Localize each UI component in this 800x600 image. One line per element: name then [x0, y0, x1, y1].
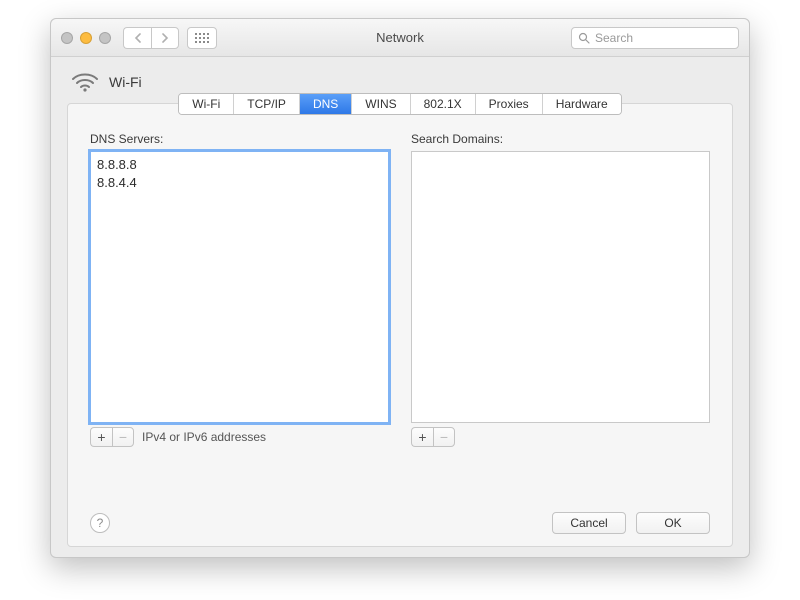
chevron-left-icon — [134, 33, 142, 43]
tab-802-1x[interactable]: 802.1X — [411, 94, 476, 114]
titlebar: Network Search — [51, 19, 749, 57]
network-preferences-window: Network Search Wi-Fi Wi-FiTCP/IPDNSWINS8… — [50, 18, 750, 558]
dns-list-actions: + − IPv4 or IPv6 addresses — [90, 427, 389, 447]
minimize-window-icon[interactable] — [80, 32, 92, 44]
search-icon — [578, 32, 590, 44]
search-input[interactable]: Search — [571, 27, 739, 49]
dns-servers-column: DNS Servers: 8.8.8.88.8.4.4 + − IPv4 or … — [90, 132, 389, 447]
help-button[interactable]: ? — [90, 513, 110, 533]
domain-remove-button[interactable]: − — [433, 427, 455, 447]
domain-list-actions: + − — [411, 427, 710, 447]
tab-wi-fi[interactable]: Wi-Fi — [179, 94, 234, 114]
ok-button[interactable]: OK — [636, 512, 710, 534]
dns-remove-button[interactable]: − — [112, 427, 134, 447]
dns-columns: DNS Servers: 8.8.8.88.8.4.4 + − IPv4 or … — [68, 126, 732, 447]
tab-dns[interactable]: DNS — [300, 94, 352, 114]
show-all-button[interactable] — [187, 27, 217, 49]
dns-server-item[interactable]: 8.8.4.4 — [97, 174, 382, 192]
interface-label: Wi-Fi — [109, 74, 142, 90]
tab-proxies[interactable]: Proxies — [476, 94, 543, 114]
dns-server-item[interactable]: 8.8.8.8 — [97, 156, 382, 174]
tab-tcp-ip[interactable]: TCP/IP — [234, 94, 300, 114]
dns-servers-listbox[interactable]: 8.8.8.88.8.4.4 — [90, 151, 389, 423]
cancel-button[interactable]: Cancel — [552, 512, 626, 534]
tab-hardware[interactable]: Hardware — [543, 94, 621, 114]
search-domains-listbox[interactable] — [411, 151, 710, 423]
tab-segmented-control: Wi-FiTCP/IPDNSWINS802.1XProxiesHardware — [178, 93, 621, 115]
tab-wins[interactable]: WINS — [352, 94, 410, 114]
chevron-right-icon — [161, 33, 169, 43]
search-placeholder: Search — [595, 31, 633, 45]
dns-hint-label: IPv4 or IPv6 addresses — [142, 430, 266, 444]
panel-footer: ? Cancel OK — [68, 512, 732, 534]
nav-back-forward — [123, 27, 179, 49]
close-window-icon[interactable] — [61, 32, 73, 44]
forward-button[interactable] — [151, 27, 179, 49]
window-controls — [61, 32, 111, 44]
dns-add-button[interactable]: + — [90, 427, 112, 447]
back-button[interactable] — [123, 27, 151, 49]
domain-add-button[interactable]: + — [411, 427, 433, 447]
search-domains-column: Search Domains: + − — [411, 132, 710, 447]
dns-servers-label: DNS Servers: — [90, 132, 389, 146]
settings-panel: Wi-FiTCP/IPDNSWINS802.1XProxiesHardware … — [67, 103, 733, 547]
search-domains-label: Search Domains: — [411, 132, 710, 146]
grid-icon — [195, 33, 209, 43]
wifi-icon — [71, 71, 99, 93]
zoom-window-icon[interactable] — [99, 32, 111, 44]
tab-bar: Wi-FiTCP/IPDNSWINS802.1XProxiesHardware — [68, 93, 732, 115]
